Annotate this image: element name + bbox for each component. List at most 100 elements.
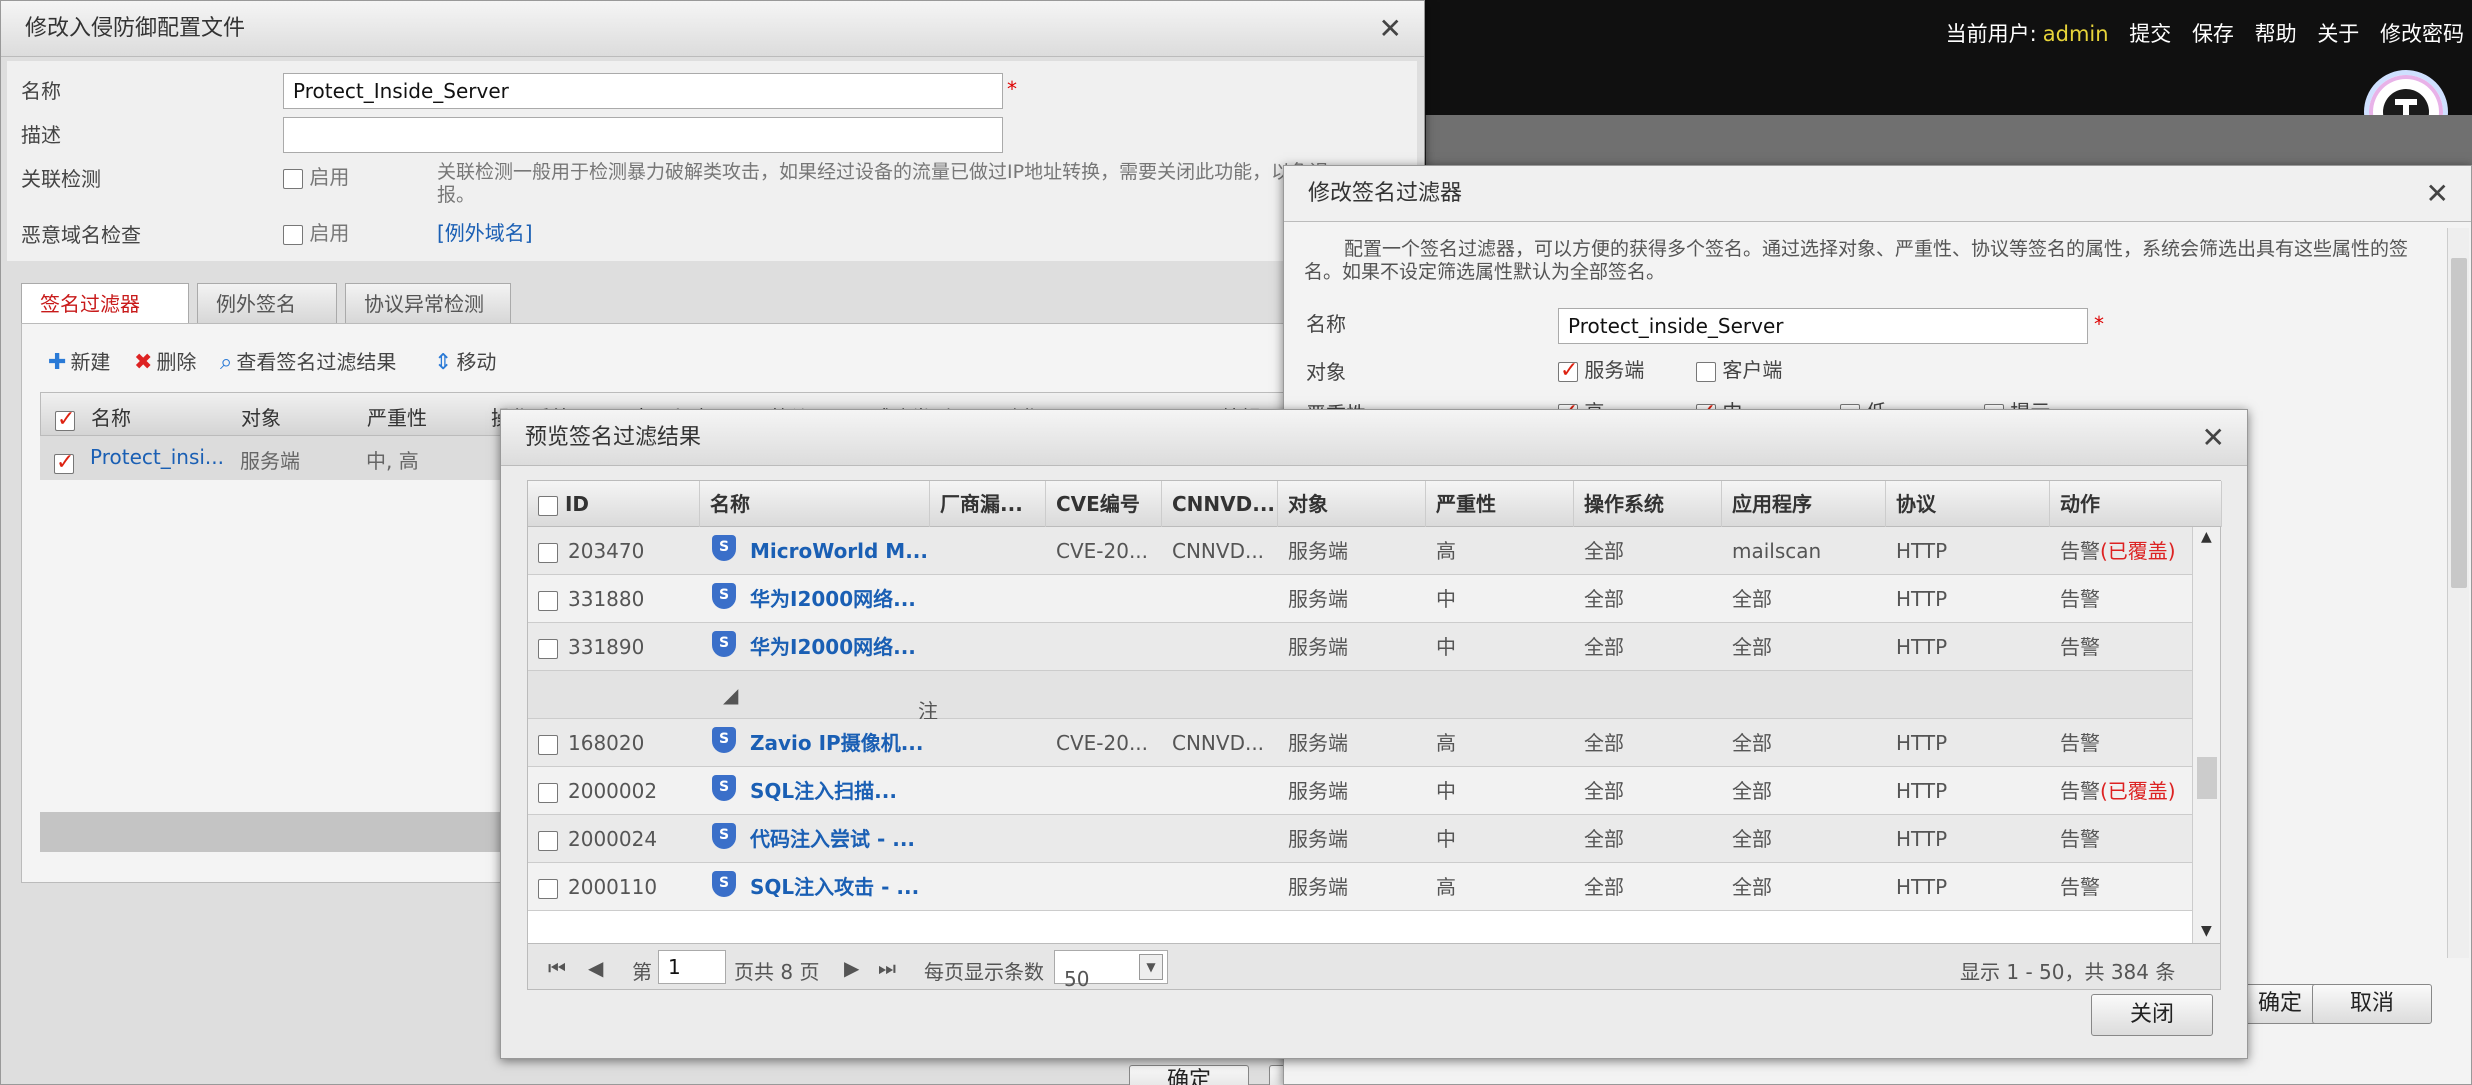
row-checkbox[interactable] xyxy=(538,542,558,563)
cell-cnnvd xyxy=(1162,863,1278,911)
row-name-link[interactable]: Protect_insi... xyxy=(90,445,224,469)
close-button[interactable]: 关闭 xyxy=(2091,994,2213,1036)
filter-name-input[interactable]: Protect_inside_Server xyxy=(1558,308,2088,344)
current-user-name: admin xyxy=(2042,22,2109,46)
assoc-enable-checkbox[interactable] xyxy=(283,168,303,189)
about-link[interactable]: 关于 xyxy=(2317,22,2359,46)
cell-name[interactable]: S 华为I2000网络... xyxy=(700,623,930,671)
col-os[interactable]: 操作系统 xyxy=(1574,481,1722,527)
grid-scrollbar[interactable]: ▲ ▼ xyxy=(2192,527,2220,943)
cell-name[interactable]: S Zavio IP摄像机... xyxy=(700,719,930,767)
row-checkbox[interactable] xyxy=(538,830,558,851)
table-row[interactable]: 2000024 S 代码注入尝试 - ... 服务端 中 全部 全部 HTTP 告警 xyxy=(528,815,2194,863)
col-name[interactable]: 名称 xyxy=(700,481,930,527)
cell-object: 服务端 xyxy=(1288,875,1348,899)
per-page-select[interactable]: 50 ▼ xyxy=(1054,950,1168,991)
last-page-icon[interactable]: ⏭ xyxy=(878,956,896,980)
row-checkbox[interactable] xyxy=(538,734,558,755)
chevron-down-icon[interactable]: ▼ xyxy=(1139,954,1163,980)
tab-protocol-anomaly[interactable]: 协议异常检测 xyxy=(345,283,511,323)
table-row[interactable]: 331890 S 华为I2000网络... 服务端 中 全部 全部 HTTP 告警 xyxy=(528,623,2194,671)
cell-cve xyxy=(1046,863,1162,911)
table-row[interactable]: 168020 S Zavio IP摄像机... CVE-20... CNNVD... 服务… xyxy=(528,719,2194,767)
table-row[interactable]: 2000002 S SQL注入扫描... 服务端 中 全部 全部 HTTP 告警(已覆盖) xyxy=(528,767,2194,815)
col-id[interactable]: ID xyxy=(528,481,700,527)
signature-shield-icon: S xyxy=(712,871,736,897)
row-checkbox[interactable] xyxy=(54,450,74,475)
view-filter-result-button[interactable]: ⌕ 查看签名过滤结果 xyxy=(220,346,396,375)
cell-name[interactable]: S 代码注入尝试 - ... xyxy=(700,815,930,863)
cell-id: 331890 xyxy=(528,623,700,671)
col-protocol[interactable]: 协议 xyxy=(1886,481,2050,527)
name-input[interactable]: Protect_Inside_Server xyxy=(283,73,1003,109)
help-link[interactable]: 帮助 xyxy=(2255,22,2297,46)
cell-name[interactable]: S SQL注入扫描... xyxy=(700,767,930,815)
delete-button[interactable]: ✖ 删除 xyxy=(134,346,196,375)
server-checkbox[interactable] xyxy=(1558,358,1578,383)
cell-action: 告警(已覆盖) xyxy=(2060,539,2176,563)
ok-button[interactable]: 确定 xyxy=(1129,1065,1249,1085)
assoc-enable: 启用 xyxy=(283,161,349,190)
tab-signature-filter[interactable]: 签名过滤器 xyxy=(21,283,189,323)
malicious-enable-checkbox[interactable] xyxy=(283,224,303,245)
cell-os: 全部 xyxy=(1584,731,1624,755)
client-checkbox[interactable] xyxy=(1696,361,1716,382)
scroll-down-icon[interactable]: ▼ xyxy=(2201,923,2212,939)
cell-cnnvd xyxy=(1162,767,1278,815)
cancel-button[interactable]: 取消 xyxy=(2312,984,2432,1024)
table-row[interactable]: 331880 S 华为I2000网络... 服务端 中 全部 全部 HTTP 告警 xyxy=(528,575,2194,623)
change-password-link[interactable]: 修改密码 xyxy=(2380,22,2464,46)
new-button[interactable]: ✚ 新建 xyxy=(48,346,110,375)
cell-name[interactable]: S SQL注入攻击 - ... xyxy=(700,863,930,911)
col-action[interactable]: 动作 xyxy=(2050,481,2222,527)
description-input[interactable] xyxy=(283,117,1003,153)
page-prefix: 第 xyxy=(632,960,652,984)
signature-shield-icon: S xyxy=(712,823,736,849)
cell-name[interactable]: S 华为I2000网络... xyxy=(700,575,930,623)
prev-page-icon[interactable]: ◀ xyxy=(588,956,603,980)
col-vendor[interactable]: 厂商漏... xyxy=(930,481,1046,527)
cell-name[interactable]: S MicroWorld M... xyxy=(700,527,930,575)
covered-badge: (已覆盖) xyxy=(2100,539,2176,563)
select-all-checkbox[interactable] xyxy=(538,495,558,516)
close-icon[interactable]: ✕ xyxy=(2426,166,2449,222)
col-name[interactable]: 名称 xyxy=(91,402,131,431)
select-all-checkbox[interactable] xyxy=(55,407,75,432)
table-row[interactable]: 203470 S MicroWorld M... CVE-20... CNNVD... 服… xyxy=(528,527,2194,575)
group-row[interactable]: ◢ 注入攻击 xyxy=(528,671,2194,810)
cell-vendor xyxy=(930,527,1046,575)
cell-proto: HTTP xyxy=(1896,731,1948,755)
table-row[interactable]: 2000110 S SQL注入攻击 - ... 服务端 高 全部 全部 HTTP 告警 xyxy=(528,863,2194,911)
col-cnnvd[interactable]: CNNVD... xyxy=(1162,481,1278,527)
cell-app: 全部 xyxy=(1732,827,1772,851)
row-checkbox[interactable] xyxy=(538,878,558,899)
cell-app: 全部 xyxy=(1732,875,1772,899)
cell-app: 全部 xyxy=(1732,731,1772,755)
next-page-icon[interactable]: ▶ xyxy=(844,956,859,980)
move-button[interactable]: ⇕ 移动 xyxy=(434,346,496,375)
row-checkbox[interactable] xyxy=(538,590,558,611)
col-app[interactable]: 应用程序 xyxy=(1722,481,1886,527)
tab-exception-signature[interactable]: 例外签名 xyxy=(197,283,337,323)
cell-cve xyxy=(1046,767,1162,815)
close-icon[interactable]: ✕ xyxy=(2202,410,2225,466)
col-severity[interactable]: 严重性 xyxy=(367,402,427,431)
assoc-detect-label: 关联检测 xyxy=(21,167,101,191)
row-checkbox[interactable] xyxy=(538,782,558,803)
row-checkbox[interactable] xyxy=(538,638,558,659)
save-link[interactable]: 保存 xyxy=(2192,22,2234,46)
first-page-icon[interactable]: ⏮ xyxy=(548,956,566,980)
scroll-up-icon[interactable]: ▲ xyxy=(2201,529,2212,545)
dialog-scrollbar[interactable] xyxy=(2447,228,2469,958)
col-severity[interactable]: 严重性 xyxy=(1426,481,1574,527)
col-cve[interactable]: CVE编号 xyxy=(1046,481,1162,527)
object-server: 服务端 xyxy=(1558,354,1644,383)
close-icon[interactable]: ✕ xyxy=(1379,1,1402,57)
cell-action: 告警 xyxy=(2060,827,2100,851)
cell-app: 全部 xyxy=(1732,779,1772,803)
col-object[interactable]: 对象 xyxy=(1278,481,1426,527)
submit-link[interactable]: 提交 xyxy=(2129,22,2171,46)
page-input[interactable]: 1 xyxy=(658,950,726,984)
col-object[interactable]: 对象 xyxy=(241,402,281,431)
exception-domain-link[interactable]: [例外域名] xyxy=(437,217,533,246)
